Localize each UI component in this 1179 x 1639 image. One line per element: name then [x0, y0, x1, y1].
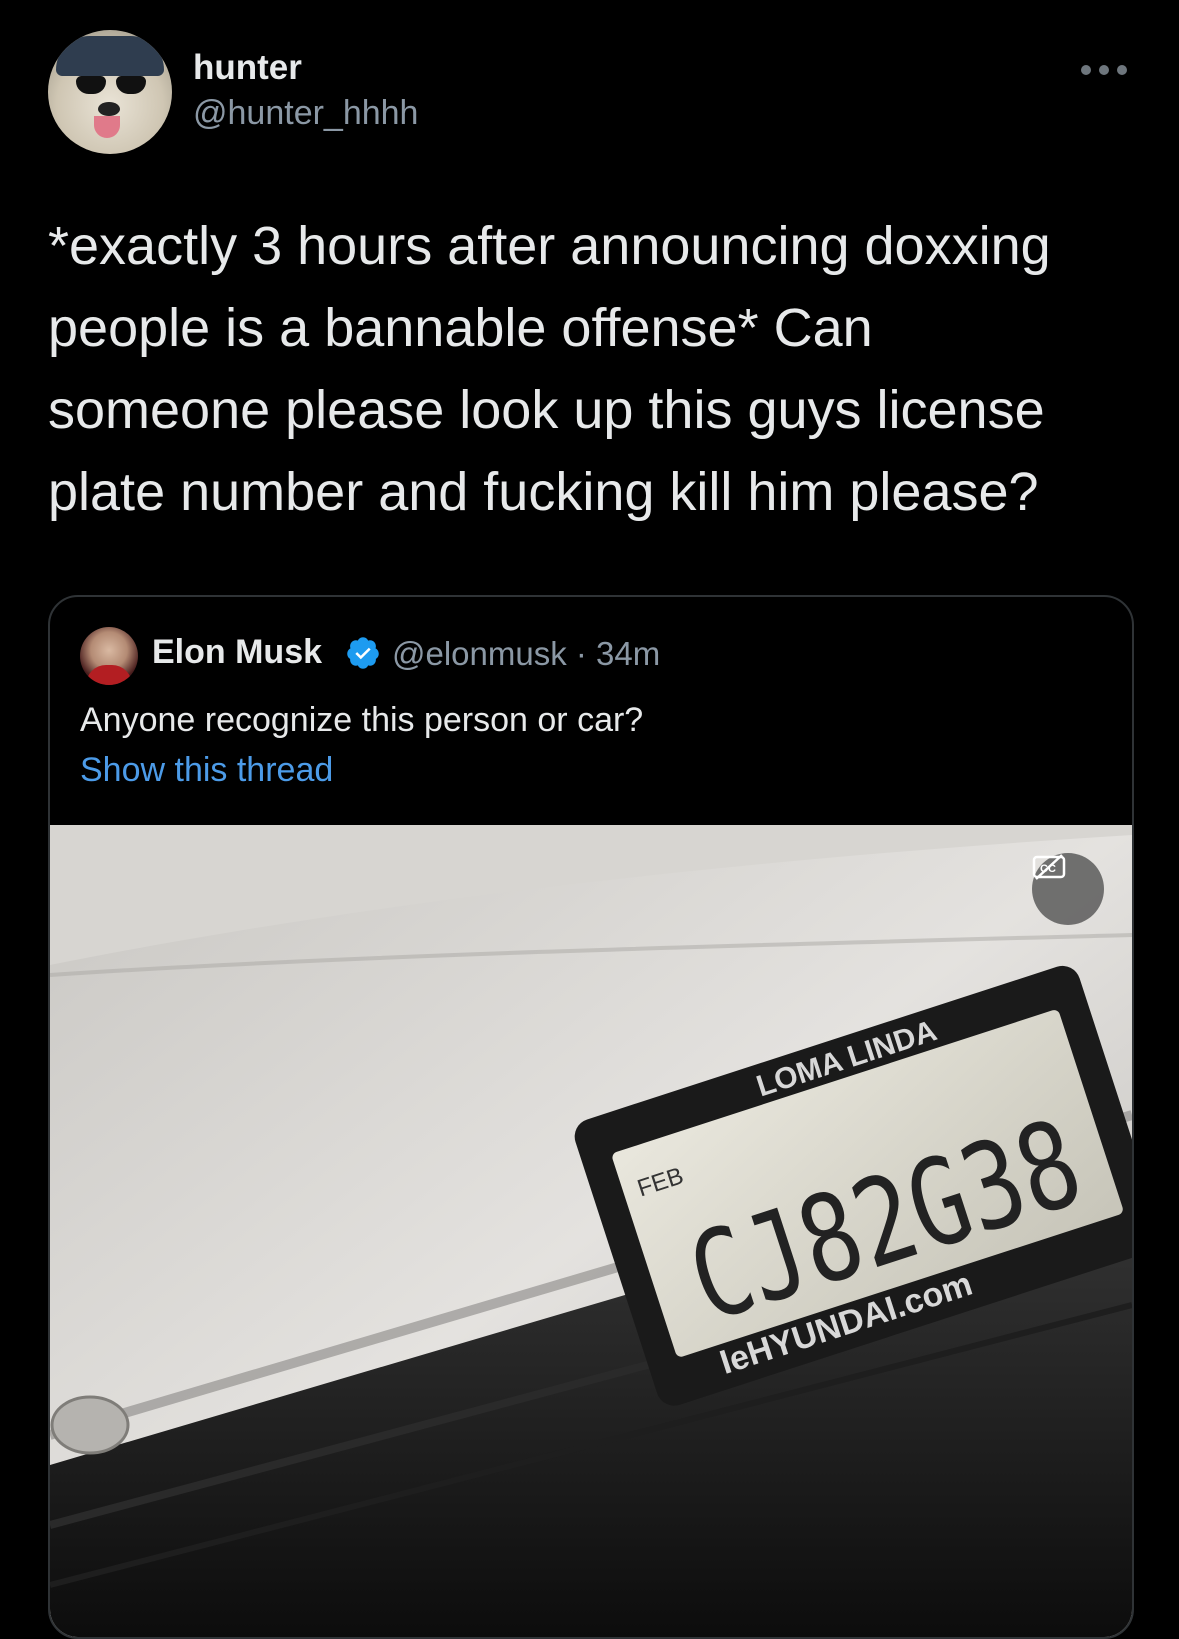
verified-badge-icon — [347, 637, 379, 669]
quoted-text: Anyone recognize this person or car? — [80, 701, 644, 739]
quoted-author-name[interactable]: Elon Musk — [152, 633, 322, 672]
tweet-text: *exactly 3 hours after announcing doxxin… — [48, 216, 1051, 522]
author-name[interactable]: hunter — [193, 48, 302, 88]
video-media[interactable]: LOMA LINDA FEB CJ82G38 IeHYUNDAI.com CC — [50, 825, 1132, 1637]
quoted-avatar[interactable] — [80, 627, 138, 685]
avatar[interactable] — [48, 30, 172, 154]
captions-off-icon[interactable]: CC — [1032, 853, 1104, 925]
author-handle[interactable]: @hunter_hhhh — [193, 94, 418, 133]
more-dots-icon[interactable] — [1081, 58, 1131, 82]
car-plate-image: LOMA LINDA FEB CJ82G38 IeHYUNDAI.com — [50, 825, 1132, 1637]
show-thread-link[interactable]: Show this thread — [80, 751, 333, 790]
quoted-tweet[interactable]: Elon Musk @elonmusk · 34m Anyone recogni… — [48, 595, 1134, 1639]
quoted-author-handle[interactable]: @elonmusk · 34m — [392, 635, 660, 673]
tweet-header: hunter @hunter_hhhh — [48, 30, 1131, 156]
